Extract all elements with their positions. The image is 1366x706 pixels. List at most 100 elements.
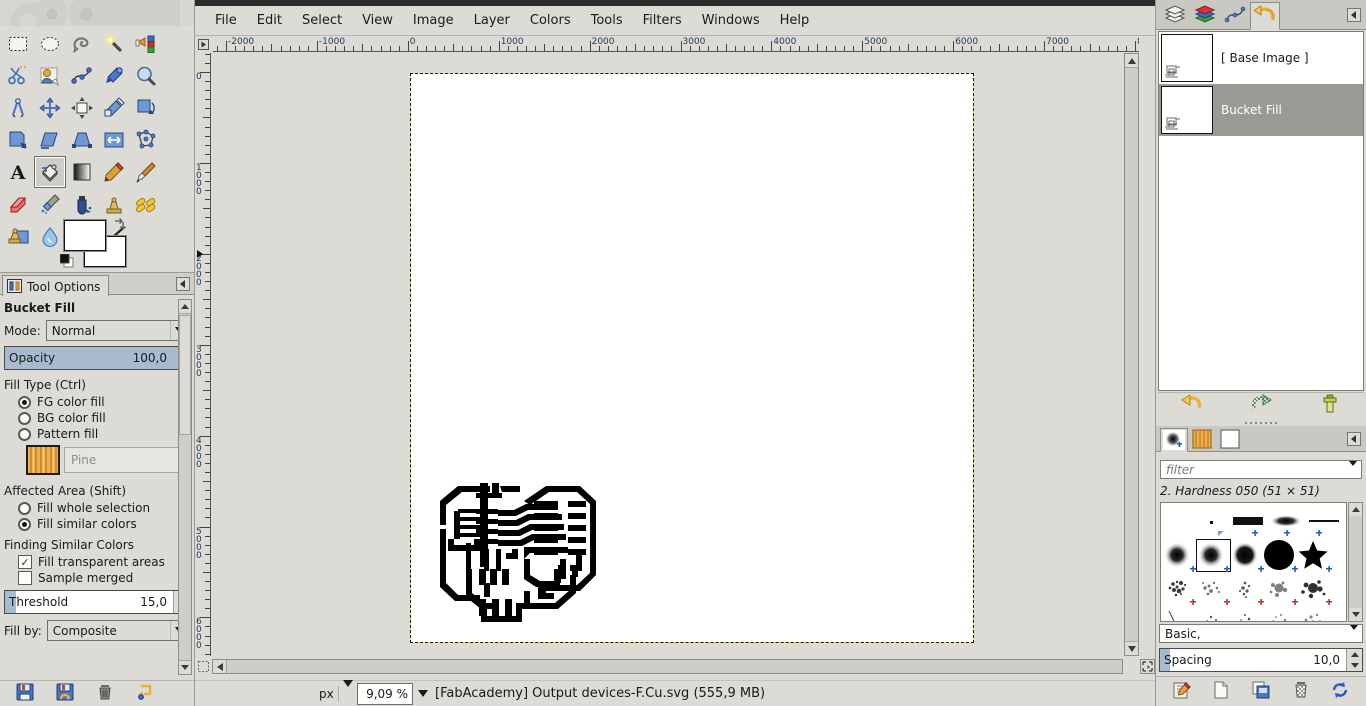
tool-ellipse-select[interactable] (34, 28, 66, 60)
spacing-increment[interactable] (1347, 649, 1362, 660)
menu-tools[interactable]: Tools (581, 9, 633, 32)
menu-edit[interactable]: Edit (247, 9, 292, 32)
spacing-decrement[interactable] (1347, 660, 1362, 671)
radio-fill-whole-selection[interactable]: Fill whole selection (0, 500, 194, 516)
mode-combo[interactable]: Normal (46, 320, 190, 341)
tool-eraser[interactable] (2, 188, 34, 220)
tool-paintbrush[interactable] (130, 156, 162, 188)
opacity-slider[interactable]: Opacity 100,0 (4, 346, 190, 370)
brush-filter-input[interactable]: filter (1160, 460, 1362, 479)
undo-dock-menu-button[interactable] (1347, 8, 1361, 22)
tool-fuzzy-select[interactable] (98, 28, 130, 60)
tool-clone[interactable] (98, 188, 130, 220)
tool-shear[interactable] (34, 124, 66, 156)
chevron-down-icon[interactable] (413, 690, 433, 697)
menu-help[interactable]: Help (770, 9, 820, 32)
canvas-horizontal-scrollbar[interactable] (212, 659, 1123, 674)
tool-rect-select[interactable] (2, 28, 34, 60)
checkbox-sample-merged[interactable]: Sample merged (0, 570, 194, 586)
chevron-down-icon[interactable] (1349, 466, 1357, 480)
undo-history-tab[interactable] (1250, 2, 1280, 30)
tool-ink[interactable] (66, 188, 98, 220)
canvas-area[interactable] (212, 53, 1139, 656)
tool-color-picker[interactable] (98, 60, 130, 92)
undo-history-list[interactable]: [ Base Image ] Bucket Fill (1158, 31, 1364, 391)
scroll-up-button[interactable] (1125, 54, 1138, 68)
redo-button[interactable] (1250, 394, 1272, 417)
tool-alignment[interactable] (66, 92, 98, 124)
fill-by-combo[interactable]: Composite (47, 620, 190, 641)
canvas-vertical-scrollbar[interactable] (1124, 53, 1139, 656)
tool-options-tab[interactable]: Tool Options (2, 275, 109, 296)
pattern-swatch-button[interactable] (26, 445, 60, 475)
spacing-slider[interactable]: Spacing 10,0 (1159, 648, 1363, 672)
chevron-down-icon[interactable] (1350, 630, 1358, 644)
delete-tool-preset-button[interactable] (96, 683, 114, 704)
color-swatch-area[interactable] (60, 218, 130, 270)
channels-tab[interactable] (1190, 1, 1220, 29)
restore-tool-preset-button[interactable] (56, 683, 74, 704)
tool-select-by-color[interactable] (130, 28, 162, 60)
ruler-origin-button[interactable] (195, 37, 212, 52)
tool-move[interactable] (34, 92, 66, 124)
brush-tag-input[interactable]: Basic, (1159, 624, 1363, 643)
vertical-ruler[interactable]: 0100020003000400050006000 (195, 53, 211, 656)
tool-airbrush[interactable] (34, 188, 66, 220)
patterns-tab[interactable] (1188, 427, 1216, 451)
canvas-page[interactable] (410, 73, 974, 643)
brush-grid-scrollbar[interactable] (1348, 502, 1363, 622)
menu-view[interactable]: View (352, 9, 403, 32)
radio-pattern-fill[interactable]: Pattern fill (0, 426, 194, 442)
tool-crop[interactable] (98, 92, 130, 124)
tool-cage-transform[interactable] (130, 124, 162, 156)
brush-grid[interactable] (1160, 502, 1347, 622)
tool-text[interactable]: A (2, 156, 34, 188)
navigation-preview-button[interactable] (1140, 659, 1155, 674)
undo-button[interactable] (1181, 394, 1203, 417)
menu-windows[interactable]: Windows (692, 9, 770, 32)
scrollbar-thumb[interactable] (179, 315, 191, 435)
tool-gradient[interactable] (66, 156, 98, 188)
tool-pencil[interactable] (98, 156, 130, 188)
tool-perspective-clone[interactable] (2, 220, 34, 252)
brush-dock-menu-button[interactable] (1347, 432, 1361, 446)
radio-bg-color-fill[interactable]: BG color fill (0, 410, 194, 426)
radio-fill-similar-colors[interactable]: Fill similar colors (0, 516, 194, 532)
tool-bucket-fill[interactable] (34, 156, 66, 188)
tool-rotate[interactable] (130, 92, 162, 124)
tool-options-menu-button[interactable] (176, 277, 190, 291)
scroll-up-button[interactable] (1349, 503, 1362, 516)
reset-colors-icon[interactable] (60, 254, 74, 268)
spacing-stepper[interactable] (1346, 649, 1362, 671)
scroll-left-button[interactable] (213, 660, 227, 673)
scroll-down-button[interactable] (1125, 641, 1138, 655)
tool-scale[interactable] (2, 124, 34, 156)
zoom-combo[interactable]: 9,09 % (357, 682, 433, 706)
menu-image[interactable]: Image (403, 9, 464, 32)
zoom-value[interactable]: 9,09 % (357, 683, 413, 705)
tool-foreground-select[interactable] (34, 60, 66, 92)
save-tool-preset-button[interactable] (16, 683, 34, 704)
dock-separator-grip[interactable] (1156, 419, 1366, 426)
new-brush-button[interactable] (1211, 680, 1231, 703)
threshold-slider[interactable]: Threshold 15,0 (4, 590, 190, 614)
clear-undo-history-button[interactable] (1319, 394, 1341, 417)
brushes-tab[interactable] (1160, 428, 1188, 452)
radio-fg-color-fill[interactable]: FG color fill (0, 394, 194, 410)
tool-perspective[interactable] (66, 124, 98, 156)
menu-colors[interactable]: Colors (520, 9, 581, 32)
tool-measure[interactable] (2, 92, 34, 124)
checkbox-fill-transparent-areas[interactable]: ✓ Fill transparent areas (0, 554, 194, 570)
scroll-down-button[interactable] (179, 660, 191, 674)
tool-paths[interactable] (66, 60, 98, 92)
menu-layer[interactable]: Layer (464, 9, 520, 32)
menu-select[interactable]: Select (292, 9, 352, 32)
foreground-color-swatch[interactable] (64, 220, 106, 251)
undo-list-item-base-image[interactable]: [ Base Image ] (1159, 32, 1363, 84)
tool-scissors-select[interactable] (2, 60, 34, 92)
undo-list-item-bucket-fill[interactable]: Bucket Fill (1159, 84, 1363, 136)
horizontal-ruler[interactable]: -2000-1000010002000300040005000600070008… (213, 37, 1139, 52)
refresh-brushes-button[interactable] (1330, 680, 1350, 703)
tool-options-scrollbar[interactable] (178, 299, 192, 675)
edit-brush-button[interactable] (1172, 680, 1192, 703)
